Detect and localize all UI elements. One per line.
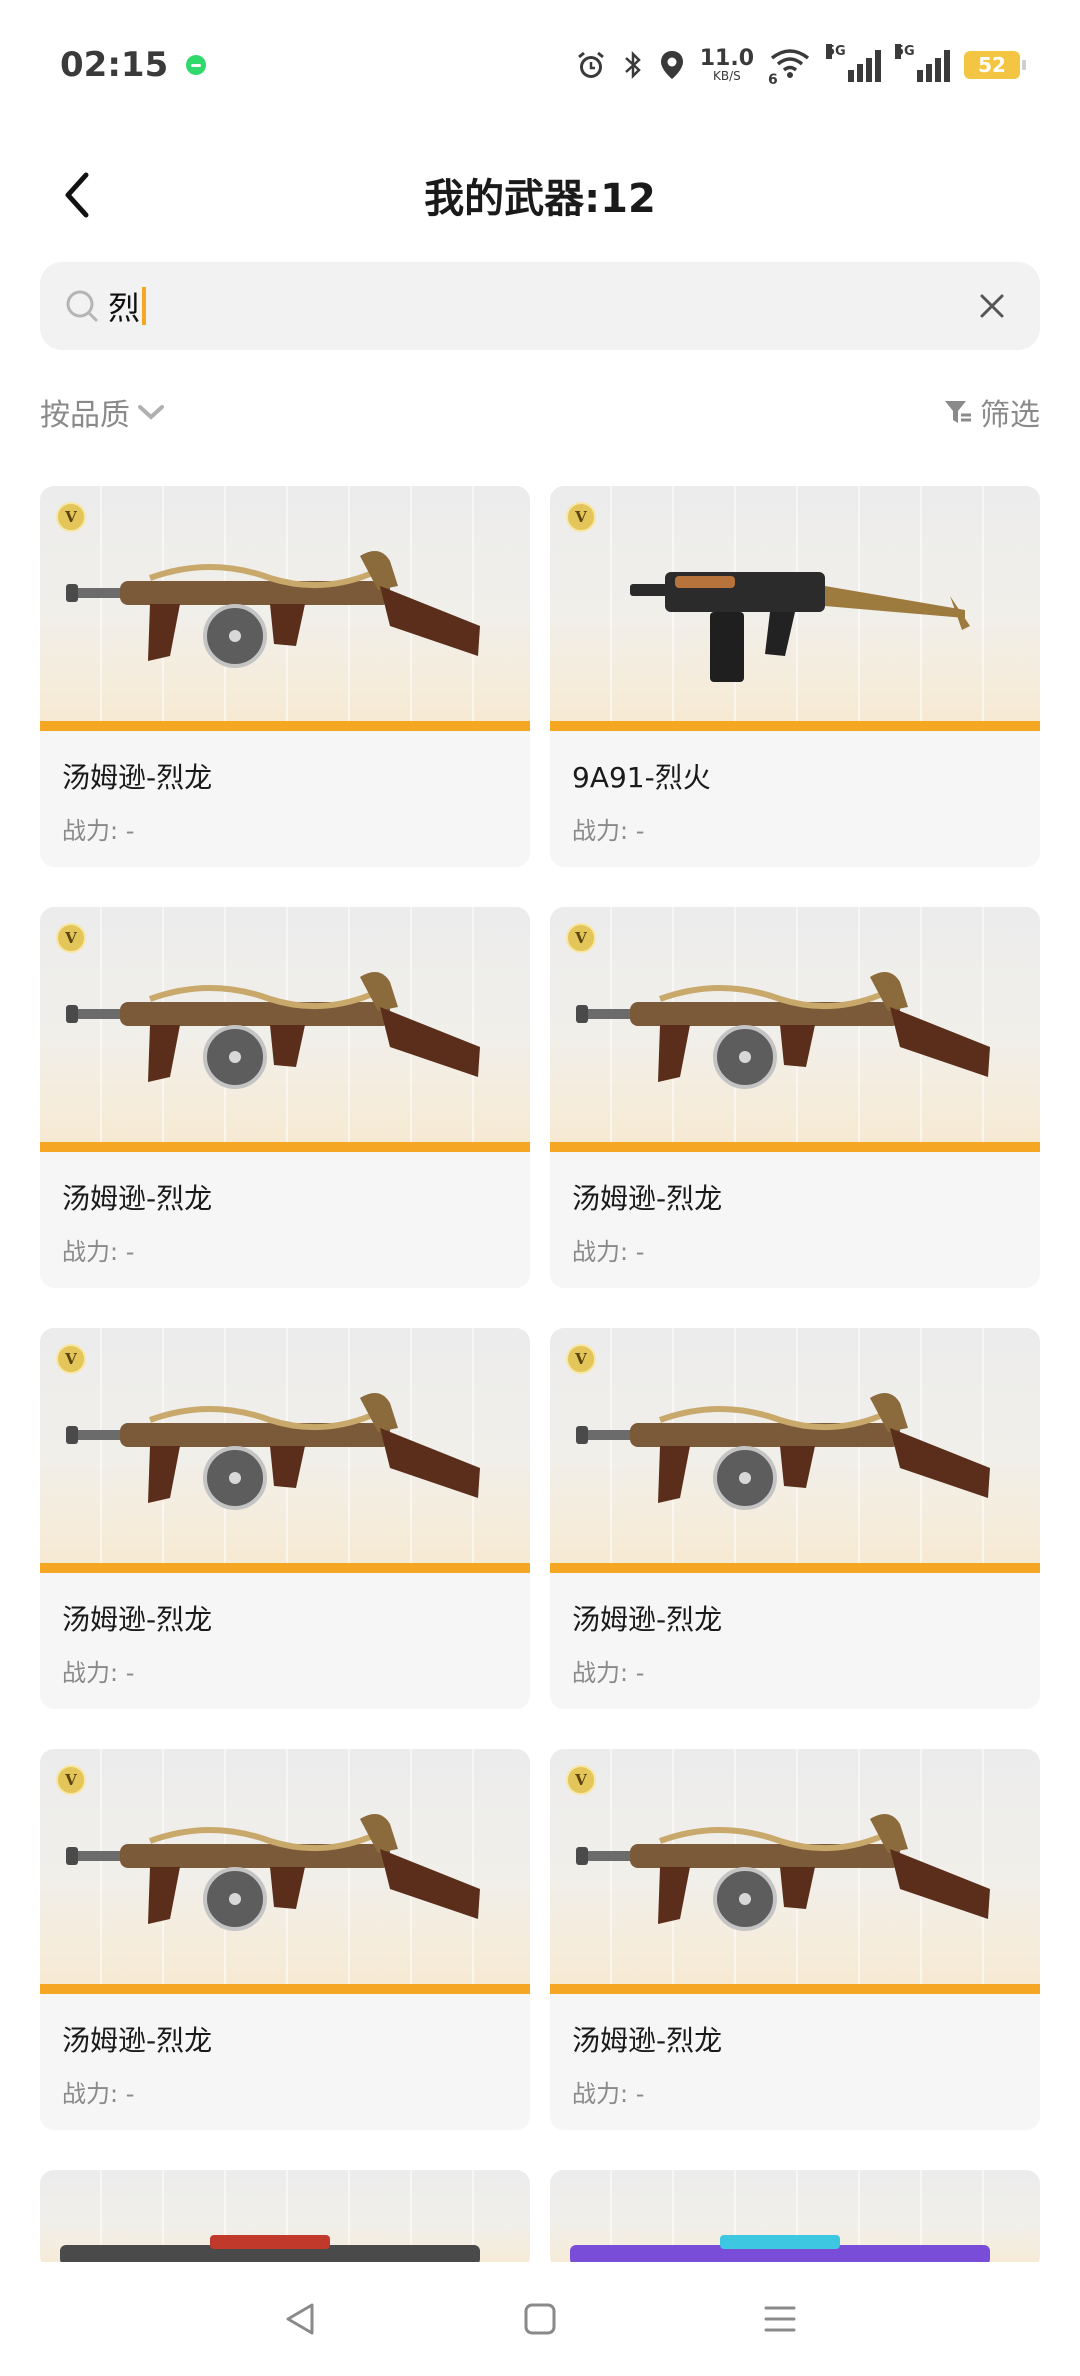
weapon-power: 战力: -	[62, 817, 135, 845]
wifi-icon: 6	[768, 46, 812, 88]
chat-notification-icon	[186, 55, 207, 75]
search-input[interactable]: 烈	[40, 262, 1040, 350]
weapon-card[interactable]: V 汤姆逊-烈龙 战力: -	[40, 1328, 530, 1709]
menu-icon	[764, 2306, 796, 2332]
weapon-image	[66, 1393, 480, 1510]
back-button[interactable]	[48, 165, 108, 225]
weapon-image-area: V	[550, 486, 1040, 731]
close-icon[interactable]	[970, 284, 1014, 328]
search-icon	[62, 286, 102, 326]
weapon-power: 战力: -	[572, 2080, 645, 2108]
alarm-icon	[577, 51, 604, 78]
sort-by-quality-button[interactable]: 按品质	[40, 390, 166, 434]
nav-home-button[interactable]	[510, 2289, 570, 2349]
weapon-image-area: V	[550, 1328, 1040, 1573]
weapon-image-area: V	[40, 907, 530, 1152]
filter-button[interactable]: 筛选	[942, 390, 1040, 434]
text-caret	[142, 287, 147, 325]
weapon-name: 汤姆逊-烈龙	[572, 1182, 723, 1215]
signal-sim1-icon: 5G	[826, 44, 881, 82]
filter-row: 按品质 筛选	[40, 382, 1040, 442]
weapon-grid: V 汤姆逊-烈龙 战力: - V 9A91-烈火 战力: - V 汤姆逊-烈龙 …	[40, 486, 1040, 2270]
sort-label: 按品质	[40, 398, 130, 433]
weapon-image-area	[40, 2170, 530, 2270]
search-query-text: 烈	[108, 289, 141, 327]
nav-back-button[interactable]	[270, 2289, 330, 2349]
weapon-image	[630, 572, 970, 682]
filter-funnel-icon	[945, 401, 971, 423]
weapon-power: 战力: -	[62, 1238, 135, 1266]
weapon-name: 汤姆逊-烈龙	[62, 1182, 213, 1215]
weapon-card[interactable]: V 汤姆逊-烈龙 战力: -	[550, 1328, 1040, 1709]
chevron-left-icon	[65, 172, 89, 218]
weapon-image-area: V	[40, 486, 530, 731]
weapon-card[interactable]: V 汤姆逊-烈龙 战力: -	[40, 1749, 530, 2130]
page-header: 我的武器:12	[0, 140, 1080, 250]
weapon-name: 汤姆逊-烈龙	[62, 2024, 213, 2057]
weapon-name: 汤姆逊-烈龙	[62, 761, 213, 794]
weapon-image-area	[550, 2170, 1040, 2270]
status-bar: 02:15 11.0 KB/S 6 5G 5G 52	[0, 0, 1080, 130]
status-time: 02:15	[60, 45, 169, 85]
weapon-image	[66, 972, 480, 1089]
chevron-down-icon	[138, 405, 164, 420]
filter-label: 筛选	[980, 398, 1040, 433]
network-speed: 11.0 KB/S	[699, 46, 754, 83]
weapon-image-area: V	[40, 1328, 530, 1573]
weapon-name: 9A91-烈火	[572, 761, 711, 794]
weapon-name: 汤姆逊-烈龙	[62, 1603, 213, 1636]
square-home-icon	[524, 2303, 556, 2335]
nav-menu-button[interactable]	[750, 2289, 810, 2349]
weapon-power: 战力: -	[572, 817, 645, 845]
weapon-image-area: V	[550, 907, 1040, 1152]
weapon-name: 汤姆逊-烈龙	[572, 2024, 723, 2057]
weapon-image	[576, 1814, 990, 1931]
weapon-card-partial[interactable]	[40, 2170, 530, 2270]
system-nav-bar	[0, 2262, 1080, 2376]
weapon-card[interactable]: V 汤姆逊-烈龙 战力: -	[40, 486, 530, 867]
weapon-image-area: V	[550, 1749, 1040, 1994]
weapon-image	[576, 1393, 990, 1510]
weapon-power: 战力: -	[62, 2080, 135, 2108]
weapon-image	[576, 972, 990, 1089]
weapon-card[interactable]: V 汤姆逊-烈龙 战力: -	[40, 907, 530, 1288]
weapon-image-area: V	[40, 1749, 530, 1994]
bluetooth-icon	[624, 50, 641, 80]
signal-sim2-icon: 5G	[895, 44, 950, 82]
battery-indicator: 52	[964, 51, 1026, 79]
weapon-image	[66, 551, 480, 668]
weapon-image	[66, 1814, 480, 1931]
weapon-power: 战力: -	[572, 1659, 645, 1687]
weapon-name: 汤姆逊-烈龙	[572, 1603, 723, 1636]
triangle-back-icon	[286, 2303, 314, 2335]
page-title: 我的武器:12	[424, 176, 656, 222]
weapon-power: 战力: -	[62, 1659, 135, 1687]
weapon-power: 战力: -	[572, 1238, 645, 1266]
weapon-card-partial[interactable]	[550, 2170, 1040, 2270]
weapon-card[interactable]: V 汤姆逊-烈龙 战力: -	[550, 907, 1040, 1288]
weapon-card[interactable]: V 9A91-烈火 战力: -	[550, 486, 1040, 867]
weapon-card[interactable]: V 汤姆逊-烈龙 战力: -	[550, 1749, 1040, 2130]
location-icon	[660, 51, 683, 79]
